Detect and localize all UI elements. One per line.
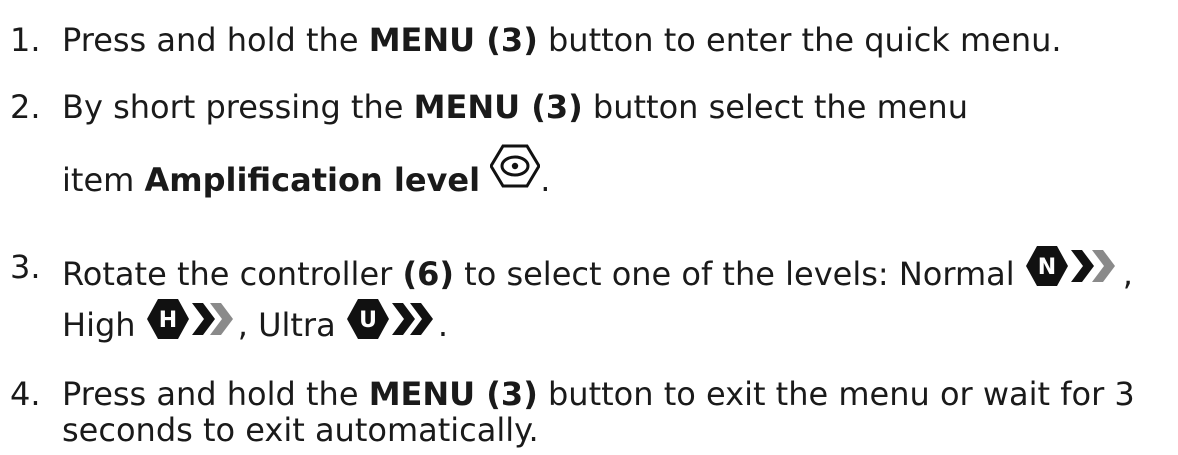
amplification-level-icon xyxy=(489,144,541,188)
instruction-list: 1. Press and hold the MENU (3) button to… xyxy=(0,0,1178,455)
step-3: 3. Rotate the controller (6) to select o… xyxy=(0,245,1178,355)
step-text-part: button select the menu xyxy=(582,88,968,126)
step-text: Press and hold the MENU (3) button to en… xyxy=(62,18,1062,62)
step-number: 2. xyxy=(10,88,41,126)
step-4: 4. Press and hold the MENU (3) button to… xyxy=(0,372,1178,452)
step-text: Rotate the controller (6) to select one … xyxy=(62,245,1133,296)
step-text-line2: High H , Ultra U . xyxy=(62,298,448,347)
step-number: 1. xyxy=(10,21,41,59)
menu-item-name: Amplification level xyxy=(144,161,481,199)
step-2: 2. By short pressing the MENU (3) button… xyxy=(0,85,1178,199)
level-label-ultra: , Ultra xyxy=(237,306,336,344)
step-number: 4. xyxy=(10,375,41,413)
step-text-part: to select one of the levels: Normal xyxy=(453,255,1015,293)
step-text-part: Rotate the controller xyxy=(62,255,403,293)
level-high-icon: H xyxy=(146,299,233,339)
chevron-icon xyxy=(1070,250,1094,282)
chevron-icon xyxy=(1091,250,1115,282)
step-text-line2: seconds to exit automatically. xyxy=(62,411,539,449)
svg-text:N: N xyxy=(1038,255,1056,280)
step-text: By short pressing the MENU (3) button se… xyxy=(62,85,968,129)
step-number: 3. xyxy=(10,248,41,286)
controller-ref: (6) xyxy=(402,255,454,293)
step-text-part: item xyxy=(62,161,145,199)
chevron-icon xyxy=(191,303,215,335)
step-text-line2: item Amplification level . xyxy=(62,143,550,202)
level-label-high: High xyxy=(62,306,136,344)
step-text-part: button to enter the quick menu. xyxy=(537,21,1062,59)
level-ultra-icon: U xyxy=(346,299,433,339)
step-text-part: , xyxy=(1122,255,1133,293)
menu-button-ref: MENU (3) xyxy=(368,21,538,59)
chevron-icon xyxy=(391,303,415,335)
level-normal-icon: N xyxy=(1025,246,1115,286)
step-text-part: . xyxy=(540,161,551,199)
step-1: 1. Press and hold the MENU (3) button to… xyxy=(0,18,1178,68)
step-text-part: By short pressing the xyxy=(62,88,414,126)
step-text-part: . xyxy=(437,306,449,344)
step-text-part: Press and hold the xyxy=(62,21,369,59)
svg-text:U: U xyxy=(359,308,377,333)
svg-text:H: H xyxy=(159,308,177,333)
menu-button-ref: MENU (3) xyxy=(413,88,583,126)
step-text-part: button to exit the menu or wait for 3 xyxy=(537,375,1135,413)
